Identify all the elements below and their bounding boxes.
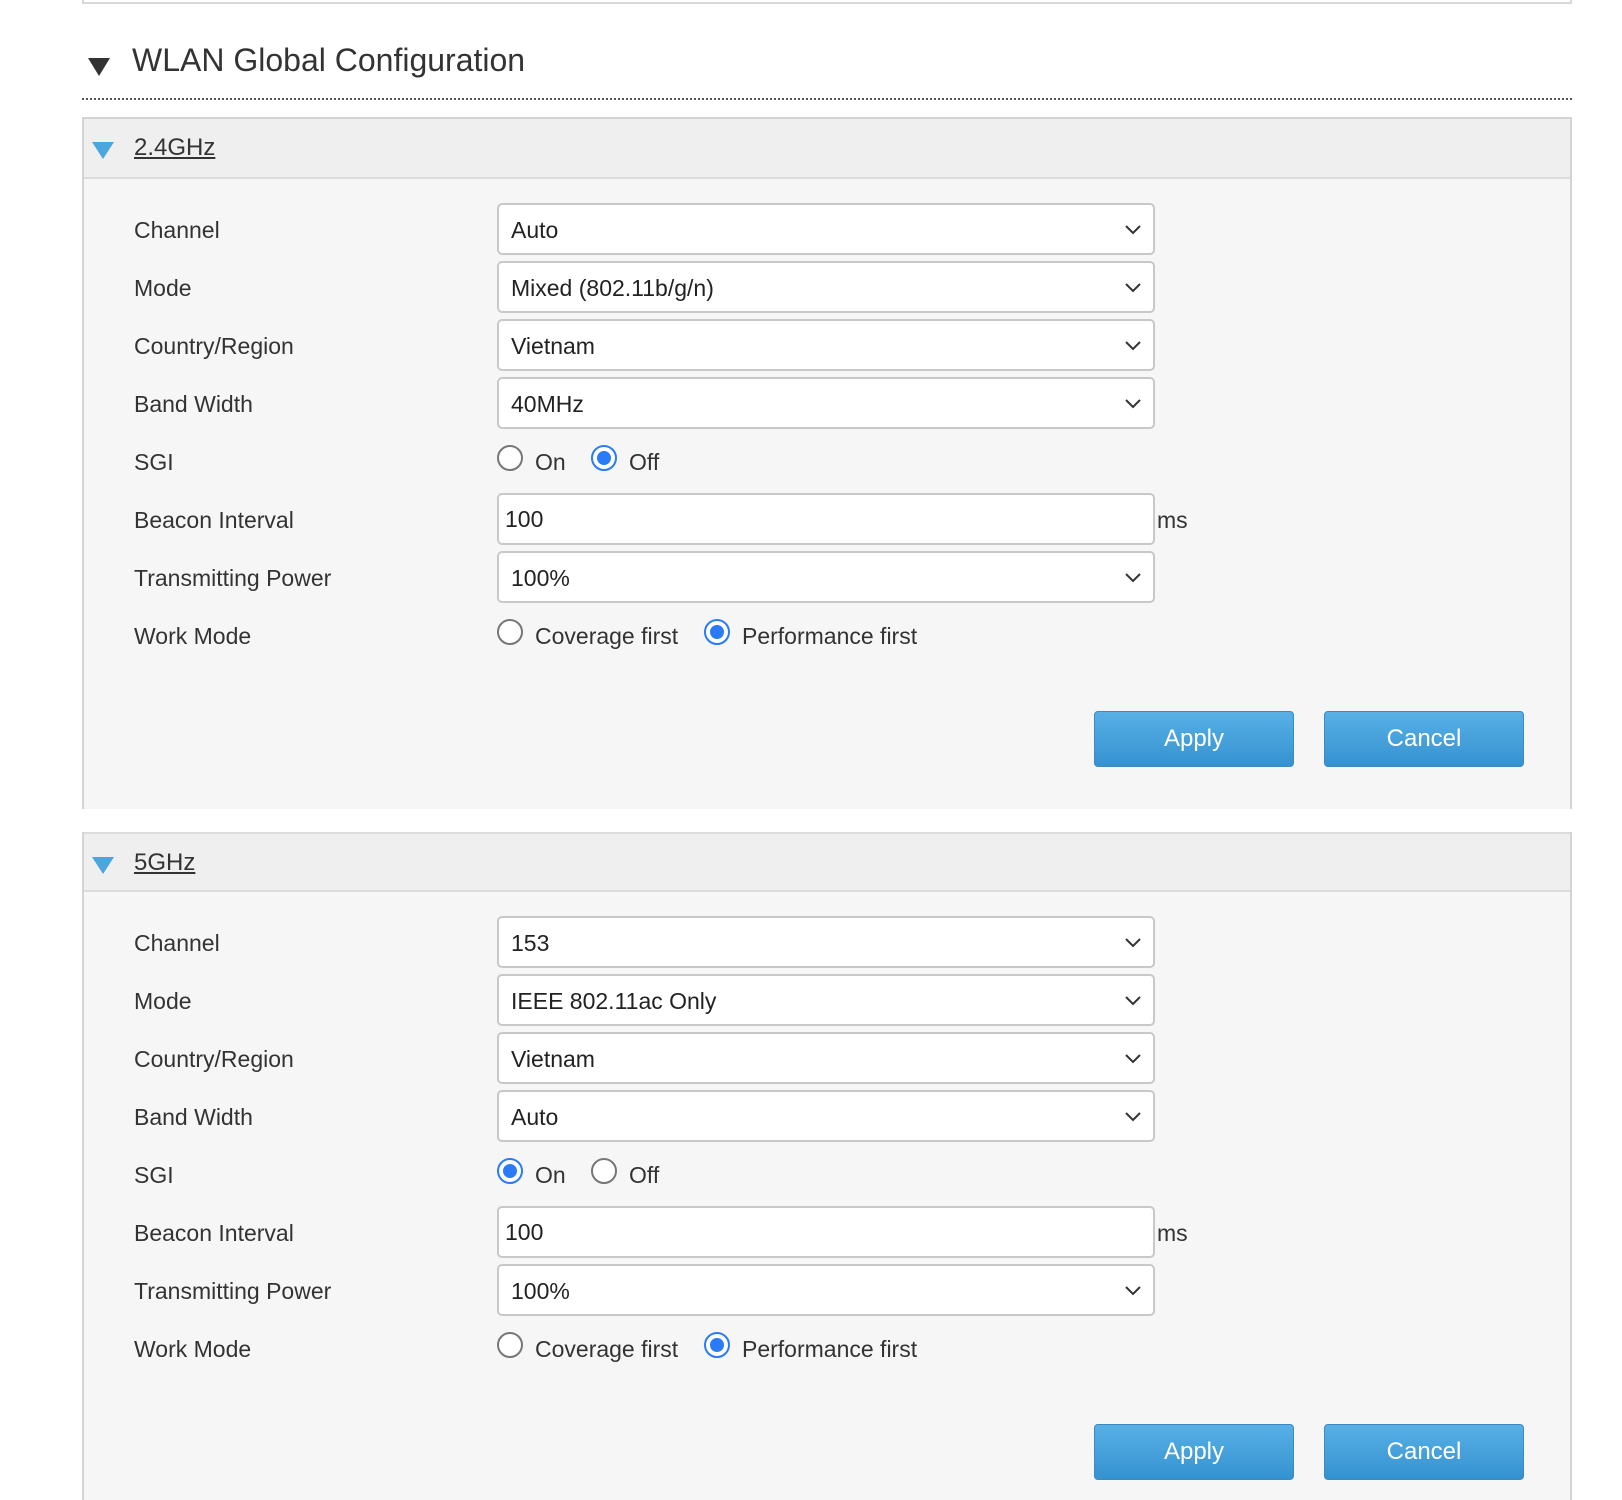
mode-label: Mode (134, 988, 192, 1014)
country-value: Vietnam (511, 1046, 595, 1072)
mode-select[interactable]: Mixed (802.11b/g/n) (497, 261, 1155, 313)
coverage-first-label: Coverage first (535, 1336, 679, 1362)
row-bandwidth: Band Width 40MHz (84, 377, 1570, 429)
power-value: 100% (511, 565, 570, 591)
country-label: Country/Region (134, 333, 294, 359)
row-mode: Mode IEEE 802.11ac Only (84, 974, 1570, 1026)
band-panel-2g: 2.4GHz Channel Auto Mode Mixed (802.11b/… (82, 117, 1572, 809)
bandwidth-label: Band Width (134, 1104, 253, 1130)
row-channel: Channel Auto (84, 203, 1570, 255)
cancel-button[interactable]: Cancel (1324, 711, 1524, 767)
country-select[interactable]: Vietnam (497, 319, 1155, 371)
country-select[interactable]: Vietnam (497, 1032, 1155, 1084)
channel-select[interactable]: 153 (497, 916, 1155, 968)
apply-button[interactable]: Apply (1094, 1424, 1294, 1480)
chevron-down-icon (1125, 399, 1141, 409)
power-label: Transmitting Power (134, 565, 332, 591)
sgi-on-radio[interactable] (497, 445, 523, 471)
performance-first-label: Performance first (742, 1336, 918, 1362)
channel-label: Channel (134, 217, 220, 243)
power-select[interactable]: 100% (497, 551, 1155, 603)
row-country: Country/Region Vietnam (84, 319, 1570, 371)
cancel-button[interactable]: Cancel (1324, 1424, 1524, 1480)
top-frame (82, 0, 1572, 4)
coverage-first-radio[interactable] (497, 619, 523, 645)
country-label: Country/Region (134, 1046, 294, 1072)
chevron-down-icon (1125, 283, 1141, 293)
expand-triangle-icon[interactable] (92, 142, 114, 159)
mode-label: Mode (134, 275, 192, 301)
sgi-on-label: On (535, 1162, 566, 1188)
chevron-down-icon (1125, 996, 1141, 1006)
beacon-unit: ms (1157, 507, 1188, 533)
row-work-mode: Work Mode Coverage first Performance fir… (84, 1322, 1570, 1374)
power-select[interactable]: 100% (497, 1264, 1155, 1316)
bandwidth-label: Band Width (134, 391, 253, 417)
coverage-first-label: Coverage first (535, 623, 679, 649)
sgi-label: SGI (134, 1162, 174, 1188)
section-header[interactable]: WLAN Global Configuration (82, 38, 1572, 100)
performance-first-radio[interactable] (704, 1332, 730, 1358)
row-work-mode: Work Mode Coverage first Performance fir… (84, 609, 1570, 661)
chevron-down-icon (1125, 225, 1141, 235)
apply-button[interactable]: Apply (1094, 711, 1294, 767)
channel-value: 153 (511, 930, 550, 956)
work-mode-label: Work Mode (134, 623, 252, 649)
row-mode: Mode Mixed (802.11b/g/n) (84, 261, 1570, 313)
bandwidth-value: 40MHz (511, 391, 584, 417)
collapse-triangle-icon[interactable] (88, 58, 110, 76)
chevron-down-icon (1125, 573, 1141, 583)
coverage-first-radio[interactable] (497, 1332, 523, 1358)
channel-select[interactable]: Auto (497, 203, 1155, 255)
chevron-down-icon (1125, 341, 1141, 351)
bandwidth-select[interactable]: 40MHz (497, 377, 1155, 429)
row-country: Country/Region Vietnam (84, 1032, 1570, 1084)
beacon-label: Beacon Interval (134, 1220, 294, 1246)
mode-value: IEEE 802.11ac Only (511, 988, 717, 1014)
sgi-off-label: Off (629, 1162, 660, 1188)
chevron-down-icon (1125, 1112, 1141, 1122)
row-bandwidth: Band Width Auto (84, 1090, 1570, 1142)
row-channel: Channel 153 (84, 916, 1570, 968)
band-panel-5g: 5GHz Channel 153 Mode IEEE 802.11ac Only… (82, 832, 1572, 1500)
sgi-off-label: Off (629, 449, 660, 475)
sgi-on-radio[interactable] (497, 1158, 523, 1184)
beacon-interval-input[interactable] (497, 493, 1155, 545)
sgi-off-radio[interactable] (591, 445, 617, 471)
row-power: Transmitting Power 100% (84, 1264, 1570, 1316)
section-title: WLAN Global Configuration (132, 42, 526, 78)
work-mode-label: Work Mode (134, 1336, 252, 1362)
band-header-2g[interactable]: 2.4GHz (84, 119, 1570, 179)
expand-triangle-icon[interactable] (92, 857, 114, 874)
channel-value: Auto (511, 217, 559, 243)
row-beacon: Beacon Interval ms (84, 1206, 1570, 1258)
channel-label: Channel (134, 930, 220, 956)
beacon-unit: ms (1157, 1220, 1188, 1246)
bandwidth-select[interactable]: Auto (497, 1090, 1155, 1142)
sgi-on-label: On (535, 449, 566, 475)
chevron-down-icon (1125, 1286, 1141, 1296)
band-header-5g[interactable]: 5GHz (84, 832, 1570, 892)
row-sgi: SGI On Off (84, 1148, 1570, 1200)
row-power: Transmitting Power 100% (84, 551, 1570, 603)
row-beacon: Beacon Interval ms (84, 493, 1570, 545)
bandwidth-value: Auto (511, 1104, 559, 1130)
mode-value: Mixed (802.11b/g/n) (511, 275, 714, 301)
power-label: Transmitting Power (134, 1278, 332, 1304)
beacon-interval-input[interactable] (497, 1206, 1155, 1258)
country-value: Vietnam (511, 333, 595, 359)
sgi-label: SGI (134, 449, 174, 475)
power-value: 100% (511, 1278, 570, 1304)
chevron-down-icon (1125, 938, 1141, 948)
row-sgi: SGI On Off (84, 435, 1570, 487)
mode-select[interactable]: IEEE 802.11ac Only (497, 974, 1155, 1026)
sgi-off-radio[interactable] (591, 1158, 617, 1184)
chevron-down-icon (1125, 1054, 1141, 1064)
performance-first-label: Performance first (742, 623, 918, 649)
band-link-5g[interactable]: 5GHz (134, 849, 195, 877)
performance-first-radio[interactable] (704, 619, 730, 645)
band-link-2g[interactable]: 2.4GHz (134, 134, 215, 162)
beacon-label: Beacon Interval (134, 507, 294, 533)
